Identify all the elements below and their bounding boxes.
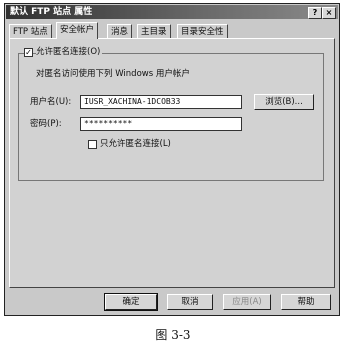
close-icon[interactable]: ×	[322, 7, 336, 19]
tab-home-directory[interactable]: 主目录	[137, 24, 171, 38]
cancel-button[interactable]: 取消	[167, 294, 213, 310]
tab-strip: FTP 站点 安全帐户 消息 主目录 目录安全性	[9, 22, 335, 39]
help-button[interactable]: 帮助	[281, 294, 331, 310]
password-label: 密码(P):	[30, 119, 62, 129]
apply-button[interactable]: 应用(A)	[223, 294, 271, 310]
title-bar: 默认 FTP 站点 属性 ? ×	[6, 5, 338, 19]
tab-security-accounts[interactable]: 安全帐户	[56, 22, 99, 39]
tab-directory-security[interactable]: 目录安全性	[177, 24, 228, 38]
tab-messages[interactable]: 消息	[107, 24, 133, 38]
figure-caption: 图 3-3	[155, 328, 191, 342]
dialog-title: 默认 FTP 站点 属性	[10, 7, 93, 17]
properties-dialog: 默认 FTP 站点 属性 ? × FTP 站点 安全帐户 消息 主目录 目录安全…	[4, 3, 340, 316]
tab-ftp-site[interactable]: FTP 站点	[9, 24, 52, 38]
username-label: 用户名(U):	[30, 97, 72, 107]
ok-button[interactable]: 确定	[104, 293, 158, 311]
only-anonymous-checkbox[interactable]	[88, 140, 97, 149]
only-anonymous-label[interactable]: 只允许匿名连接(L)	[100, 139, 171, 150]
allow-anonymous-checkbox[interactable]: ✓	[24, 48, 33, 57]
help-icon[interactable]: ?	[308, 7, 322, 19]
allow-anonymous-label[interactable]: 允许匿名连接(O)	[36, 47, 103, 58]
security-accounts-panel: ✓ 允许匿名连接(O) 对匿名访问使用下列 Windows 用户帐户 用户名(U…	[9, 38, 335, 288]
checkmark-icon: ✓	[25, 48, 32, 57]
username-input[interactable]: IUSR_XACHINA-1DCOB33	[80, 95, 242, 109]
anonymous-description: 对匿名访问使用下列 Windows 用户帐户	[36, 69, 190, 79]
password-input[interactable]: **********	[80, 117, 242, 131]
browse-button[interactable]: 浏览(B)...	[254, 94, 314, 110]
